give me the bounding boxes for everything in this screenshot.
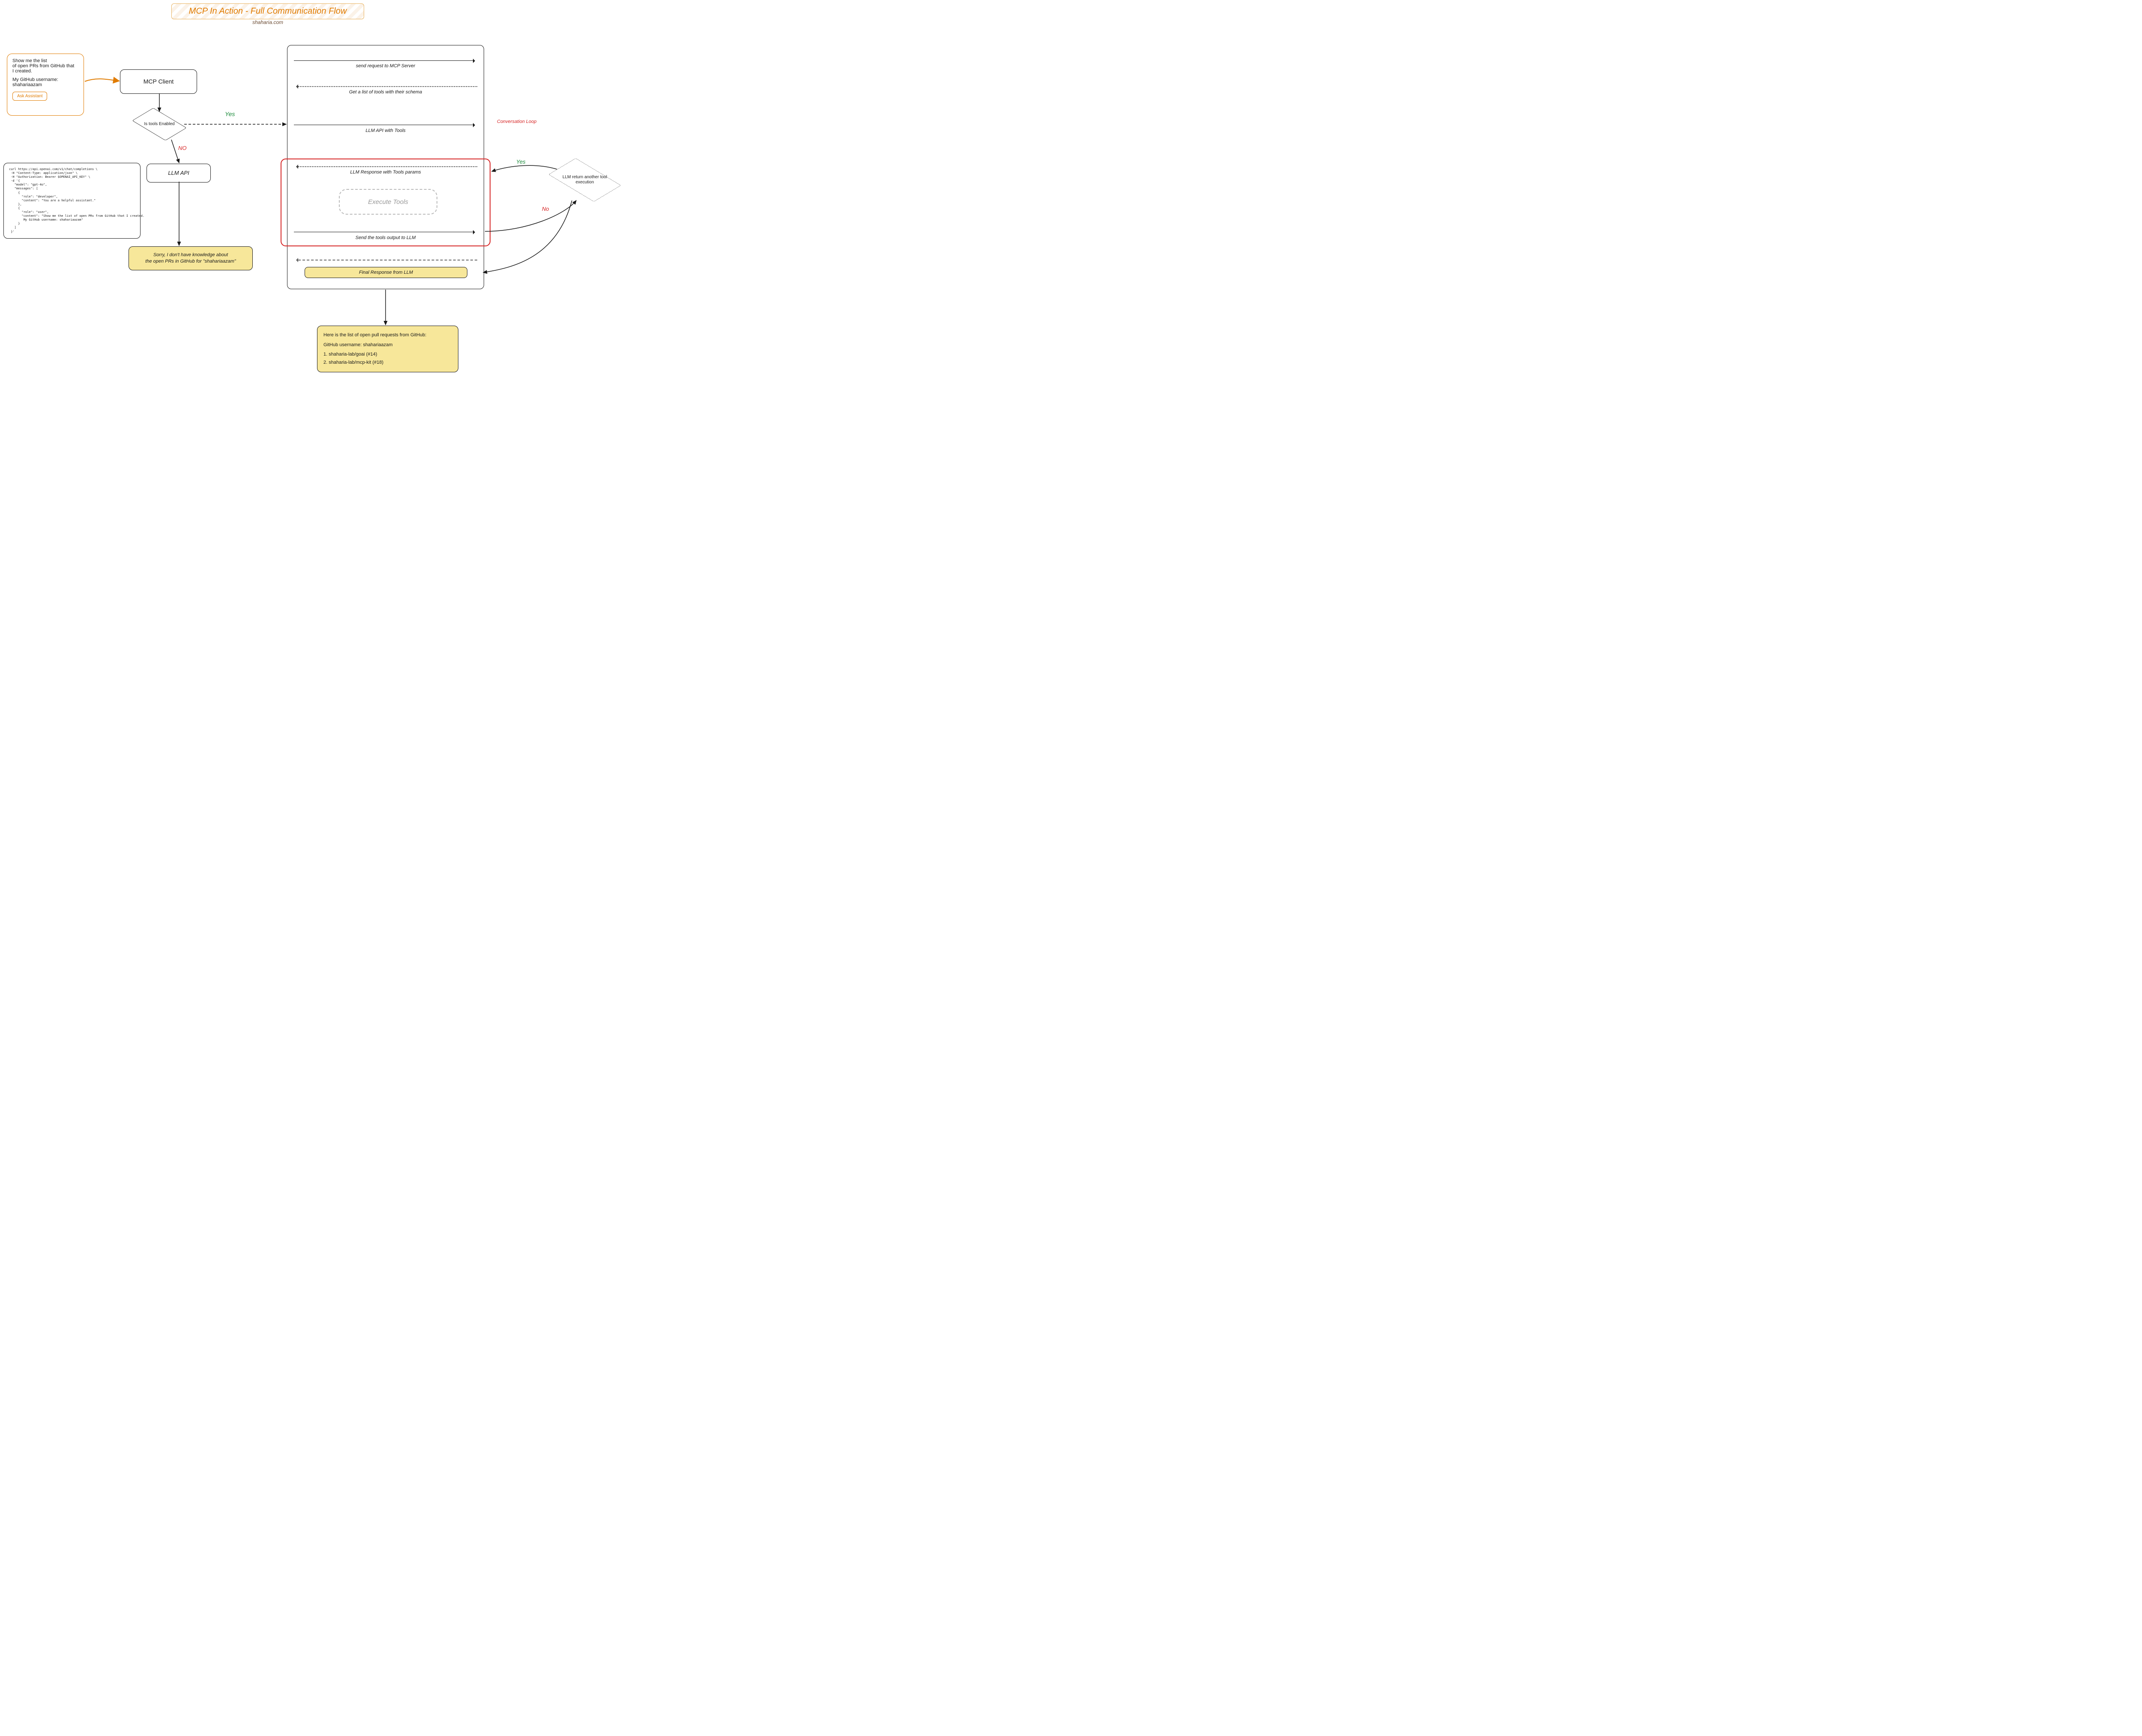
user-prompt-bubble: Show me the list of open PRs from GitHub… <box>7 54 84 116</box>
diagram-stage: MCP In Action - Full Communication Flow … <box>0 0 643 386</box>
seq-step: LLM API with Tools <box>294 128 477 133</box>
is-tools-enabled-decision: Is tools Enabled <box>136 109 183 139</box>
sorry-response-box: Sorry, I don't have knowledge about the … <box>129 246 253 270</box>
ask-assistant-button[interactable]: Ask Assistant <box>12 92 47 101</box>
prompt-line: My GitHub username: <box>12 77 78 82</box>
result-line: GitHub username: shahariaazam <box>323 341 452 349</box>
no-label: NO <box>178 145 187 151</box>
final-result-box: Here is the list of open pull requests f… <box>317 326 458 372</box>
result-line: Here is the list of open pull requests f… <box>323 331 452 339</box>
prompt-line: Show me the list <box>12 58 78 63</box>
loop-yes-label: Yes <box>516 159 526 165</box>
execute-tools-box: Execute Tools <box>339 189 437 215</box>
sequence-container: send request to MCP Server Get a list of… <box>287 45 484 289</box>
seq-step: send request to MCP Server <box>294 63 477 69</box>
curl-code: curl https://api.openai.com/v1/chat/comp… <box>9 168 135 234</box>
loop-no-label: No <box>542 206 549 212</box>
conversation-loop-label: Conversation Loop <box>497 119 536 124</box>
result-line: 1. shaharia-lab/goai (#14) <box>323 350 452 359</box>
prompt-line: I created. <box>12 69 78 74</box>
llm-api-node: LLM API <box>147 164 211 183</box>
llm-return-decision: LLM return another tool execution <box>553 161 617 199</box>
prompt-line: shahariaazam <box>12 82 78 87</box>
prompt-line: of open PRs from GitHub that <box>12 63 78 69</box>
diagram-title: MCP In Action - Full Communication Flow <box>171 3 364 19</box>
seq-step: LLM Response with Tools params <box>317 170 454 175</box>
mcp-client-node: MCP Client <box>120 69 197 94</box>
curl-code-card: curl https://api.openai.com/v1/chat/comp… <box>3 163 141 239</box>
result-line: 2. shaharia-lab/mcp-kit (#18) <box>323 359 452 367</box>
seq-step: Send the tools output to LLM <box>294 235 477 240</box>
final-response-box: Final Response from LLM <box>305 267 467 278</box>
yes-label: Yes <box>225 111 235 117</box>
seq-step: Get a list of tools with their schema <box>294 90 477 95</box>
diagram-subtitle: shaharia.com <box>171 19 364 25</box>
